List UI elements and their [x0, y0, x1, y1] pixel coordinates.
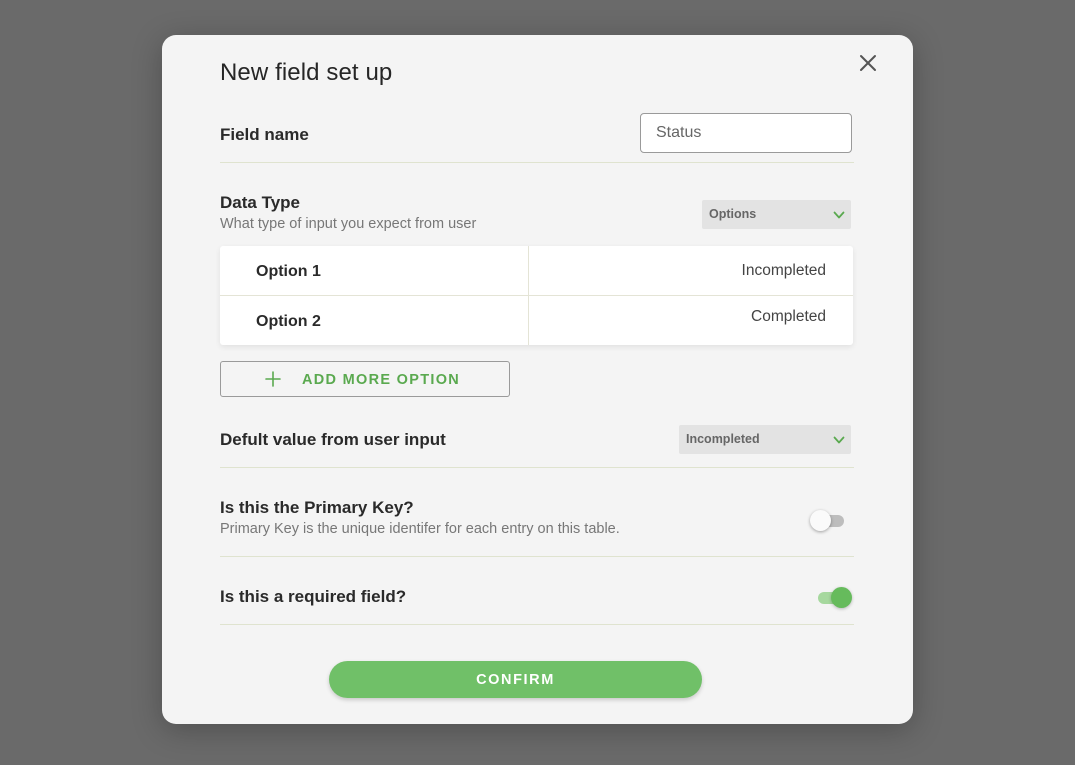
required-field-toggle[interactable] [816, 586, 852, 608]
data-type-description: What type of input you expect from user [220, 216, 477, 232]
primary-key-label: Is this the Primary Key? [220, 498, 414, 517]
primary-key-description: Primary Key is the unique identifer for … [220, 521, 620, 537]
option-name: Option 1 [256, 263, 321, 280]
default-value-label: Defult value from user input [220, 430, 446, 449]
option-value[interactable]: Incompleted [742, 262, 826, 280]
divider [220, 467, 854, 468]
options-table: Option 1 Option 2 Incompleted Completed [220, 246, 853, 345]
field-setup-modal: New field set up Field name Data Type Wh… [162, 35, 913, 724]
field-name-label: Field name [220, 125, 309, 144]
data-type-select[interactable]: Options [702, 200, 851, 229]
add-more-option-button[interactable]: ADD MORE OPTION [220, 361, 510, 397]
divider [220, 624, 854, 625]
default-value-select[interactable]: Incompleted [679, 425, 851, 454]
required-field-label: Is this a required field? [220, 587, 407, 606]
divider [220, 162, 854, 163]
plus-icon [265, 371, 281, 387]
toggle-knob [810, 510, 831, 531]
divider [220, 556, 854, 557]
primary-key-toggle[interactable] [810, 509, 846, 531]
field-name-input[interactable] [640, 113, 852, 153]
confirm-button[interactable]: CONFIRM [329, 661, 702, 698]
toggle-knob [831, 587, 852, 608]
data-type-selected-value: Options [709, 207, 757, 221]
close-icon [860, 55, 876, 71]
data-type-label: Data Type [220, 193, 300, 212]
column-divider [528, 246, 529, 345]
default-value-selected: Incompleted [686, 432, 760, 446]
add-more-option-label: ADD MORE OPTION [302, 372, 461, 388]
option-value[interactable]: Completed [751, 308, 826, 326]
option-name: Option 2 [256, 313, 321, 330]
chevron-down-icon [833, 211, 845, 219]
close-button[interactable] [856, 51, 880, 75]
modal-title: New field set up [220, 59, 393, 86]
chevron-down-icon [833, 436, 845, 444]
